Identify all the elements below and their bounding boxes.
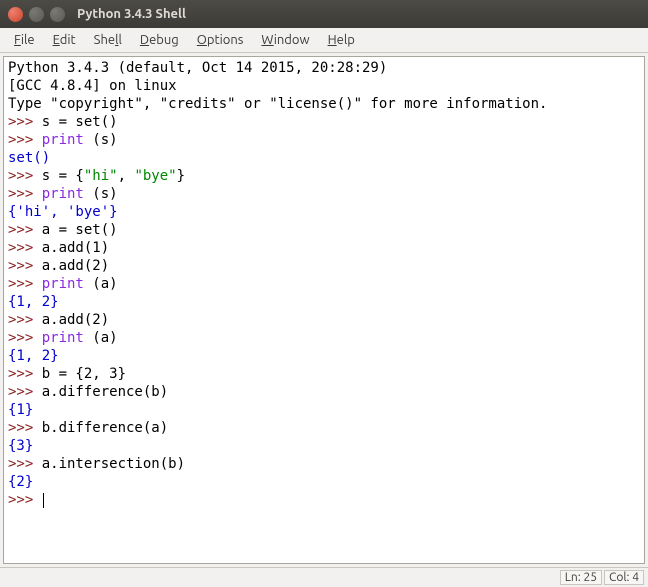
input-line: b.difference(a): [42, 420, 168, 436]
output-line: set(): [8, 150, 50, 166]
menu-shell[interactable]: Shell: [86, 31, 130, 49]
input-line: a.add(2): [42, 312, 109, 328]
prompt: >>>: [8, 384, 42, 400]
text-cursor: [43, 493, 44, 508]
input-line: a.difference(b): [42, 384, 168, 400]
input-line: s = set(): [42, 114, 118, 130]
menu-debug[interactable]: Debug: [132, 31, 187, 49]
menu-help[interactable]: Help: [320, 31, 363, 49]
content-wrap: Python 3.4.3 (default, Oct 14 2015, 20:2…: [0, 53, 648, 567]
banner-line: [GCC 4.8.4] on linux: [8, 78, 177, 94]
banner-line: Type "copyright", "credits" or "license(…: [8, 96, 547, 112]
input-args: (s): [84, 132, 118, 148]
prompt: >>>: [8, 420, 42, 436]
shell-output[interactable]: Python 3.4.3 (default, Oct 14 2015, 20:2…: [3, 56, 645, 564]
input-args: (a): [84, 276, 118, 292]
menu-window[interactable]: Window: [253, 31, 317, 49]
menu-file[interactable]: File: [6, 31, 43, 49]
output-line: {'hi', 'bye'}: [8, 204, 118, 220]
titlebar: Python 3.4.3 Shell: [0, 0, 648, 28]
input-line: a.add(2): [42, 258, 109, 274]
minimize-icon[interactable]: [29, 7, 44, 22]
window-buttons: [8, 7, 65, 22]
prompt: >>>: [8, 186, 42, 202]
input-call: print: [42, 186, 84, 202]
input-call: print: [42, 330, 84, 346]
prompt: >>>: [8, 312, 42, 328]
string-literal: "hi": [84, 168, 118, 184]
prompt: >>>: [8, 240, 42, 256]
input-call: print: [42, 132, 84, 148]
statusbar: Ln: 25 Col: 4: [0, 567, 648, 587]
output-line: {1, 2}: [8, 348, 59, 364]
input-line: a = set(): [42, 222, 118, 238]
prompt: >>>: [8, 330, 42, 346]
prompt: >>>: [8, 276, 42, 292]
prompt: >>>: [8, 492, 42, 508]
window-title: Python 3.4.3 Shell: [77, 7, 186, 21]
input-line: b = {2, 3}: [42, 366, 126, 382]
output-line: {2}: [8, 474, 33, 490]
output-line: {3}: [8, 438, 33, 454]
prompt: >>>: [8, 366, 42, 382]
status-col: Col: 4: [604, 570, 644, 585]
prompt: >>>: [8, 114, 42, 130]
string-literal: "bye": [134, 168, 176, 184]
output-line: {1}: [8, 402, 33, 418]
prompt: >>>: [8, 132, 42, 148]
menubar: File Edit Shell Debug Options Window Hel…: [0, 28, 648, 53]
close-icon[interactable]: [8, 7, 23, 22]
output-line: {1, 2}: [8, 294, 59, 310]
menu-edit[interactable]: Edit: [45, 31, 84, 49]
status-line: Ln: 25: [560, 570, 602, 585]
input-call: print: [42, 276, 84, 292]
input-line: s = {: [42, 168, 84, 184]
prompt: >>>: [8, 258, 42, 274]
input-args: (a): [84, 330, 118, 346]
prompt: >>>: [8, 222, 42, 238]
menu-options[interactable]: Options: [189, 31, 252, 49]
prompt: >>>: [8, 456, 42, 472]
maximize-icon[interactable]: [50, 7, 65, 22]
banner-line: Python 3.4.3 (default, Oct 14 2015, 20:2…: [8, 60, 396, 76]
input-line: a.add(1): [42, 240, 109, 256]
input-args: (s): [84, 186, 118, 202]
input-line: a.intersection(b): [42, 456, 185, 472]
prompt: >>>: [8, 168, 42, 184]
